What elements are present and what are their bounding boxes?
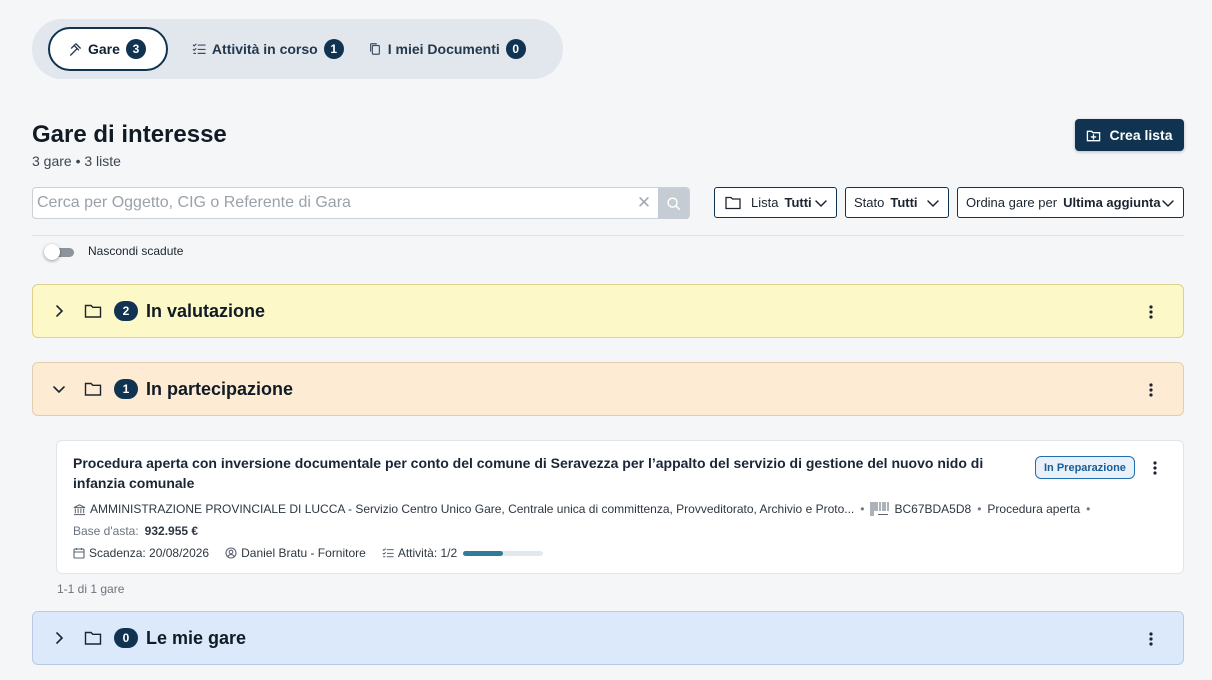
chevron-down-icon — [1161, 196, 1175, 210]
filter-lista[interactable]: Lista Tutti — [714, 187, 837, 218]
tender-meta-row: AMMINISTRAZIONE PROVINCIALE DI LUCCA - S… — [73, 501, 1096, 517]
separator-dot: • — [977, 502, 982, 516]
divider — [32, 235, 1184, 236]
tender-referent: Daniel Bratu - Fornitore — [241, 546, 366, 560]
hide-expired-toggle[interactable] — [44, 244, 74, 260]
base-value: 932.955 € — [144, 524, 199, 538]
folder-icon — [84, 302, 102, 320]
toggle-knob — [44, 244, 60, 260]
tender-authority: AMMINISTRAZIONE PROVINCIALE DI LUCCA - S… — [90, 502, 855, 516]
section-title: Le mie gare — [146, 627, 247, 648]
tender-procedure: Procedura aperta — [987, 502, 1081, 516]
hide-expired-label: Nascondi scadute — [88, 244, 184, 258]
chevron-down-icon — [926, 196, 940, 210]
filter-ordina-label: Ordina gare per — [966, 195, 1058, 210]
tender-info-row: Scadenza: 20/08/2026 Daniel Bratu - Forn… — [73, 546, 544, 560]
tab-bar: Gare 3 Attività in corso 1 I miei Docume… — [32, 19, 563, 79]
tab-attivita-label: Attività in corso — [211, 41, 318, 57]
folder-icon — [84, 629, 102, 647]
clear-search-icon[interactable]: ✕ — [630, 193, 658, 213]
institution-icon — [73, 503, 86, 516]
filter-lista-value: Tutti — [784, 195, 812, 210]
filter-ordina[interactable]: Ordina gare per Ultima aggiunta — [957, 187, 1184, 218]
chevron-right-icon[interactable] — [51, 630, 67, 646]
section-count: 0 — [114, 628, 138, 648]
search-box: ✕ — [32, 187, 690, 219]
kebab-menu-icon[interactable] — [1147, 458, 1163, 478]
filter-ordina-value: Ultima aggiunta — [1063, 195, 1161, 210]
filter-stato-value: Tutti — [890, 195, 918, 210]
chevron-down-icon — [814, 196, 828, 210]
create-list-button[interactable]: Crea lista — [1075, 119, 1184, 151]
activities-progress-bar — [463, 550, 544, 556]
tender-card[interactable]: Procedura aperta con inversione document… — [56, 440, 1184, 574]
tender-activities: Attività: 1/2 — [397, 546, 458, 560]
tab-attivita-count: 1 — [323, 39, 344, 59]
folder-icon — [725, 195, 741, 210]
checklist-icon — [192, 42, 206, 56]
tender-cig: BC67BDA5D8 — [894, 502, 972, 516]
kebab-menu-icon[interactable] — [1143, 302, 1159, 322]
status-badge: In Preparazione — [1035, 456, 1135, 479]
section-title: In partecipazione — [146, 378, 294, 399]
gavel-icon — [68, 42, 82, 56]
activities-progress-fill — [463, 550, 504, 556]
chevron-right-icon[interactable] — [51, 303, 67, 319]
section-in-partecipazione: 1 In partecipazione — [32, 362, 1184, 416]
kebab-menu-icon[interactable] — [1143, 629, 1159, 649]
user-circle-icon — [225, 547, 237, 559]
tender-deadline: Scadenza: 20/08/2026 — [89, 546, 210, 560]
search-icon — [667, 196, 681, 210]
tab-gare-label: Gare — [88, 41, 120, 57]
cig-barcode-icon — [870, 501, 890, 517]
separator-dot: • — [1086, 502, 1091, 516]
section-count: 2 — [114, 301, 138, 321]
documents-icon — [368, 42, 382, 56]
filter-lista-label: Lista — [751, 195, 779, 210]
folder-plus-icon — [1086, 128, 1101, 143]
folder-icon — [84, 380, 102, 398]
chevron-down-icon[interactable] — [51, 381, 67, 397]
tab-gare-count: 3 — [125, 39, 146, 59]
tab-documenti[interactable]: I miei Documenti 0 — [368, 27, 526, 71]
filter-stato-label: Stato — [854, 195, 885, 210]
pagination-info: 1-1 di 1 gare — [57, 582, 125, 596]
tab-attivita[interactable]: Attività in corso 1 — [192, 27, 344, 71]
checklist-icon — [382, 547, 394, 559]
page-subtitle: 3 gare • 3 liste — [32, 153, 121, 169]
separator-dot: • — [860, 502, 865, 516]
section-count: 1 — [114, 379, 138, 399]
kebab-menu-icon[interactable] — [1143, 380, 1159, 400]
tender-base-row: Base d'asta: 932.955 € — [73, 524, 198, 538]
create-list-label: Crea lista — [1109, 127, 1173, 143]
tab-documenti-count: 0 — [505, 39, 526, 59]
search-button[interactable] — [658, 187, 689, 219]
tab-documenti-label: I miei Documenti — [387, 41, 500, 57]
section-in-valutazione: 2 In valutazione — [32, 284, 1184, 338]
tab-gare[interactable]: Gare 3 — [48, 27, 168, 71]
section-le-mie-gare: 0 Le mie gare — [32, 611, 1184, 665]
calendar-icon — [73, 547, 85, 559]
filter-stato[interactable]: Stato Tutti — [845, 187, 949, 218]
base-label: Base d'asta: — [73, 524, 139, 538]
page-title: Gare di interesse — [32, 121, 227, 148]
tender-title[interactable]: Procedura aperta con inversione document… — [73, 453, 1003, 493]
section-title: In valutazione — [146, 300, 266, 321]
search-input[interactable] — [33, 188, 630, 218]
